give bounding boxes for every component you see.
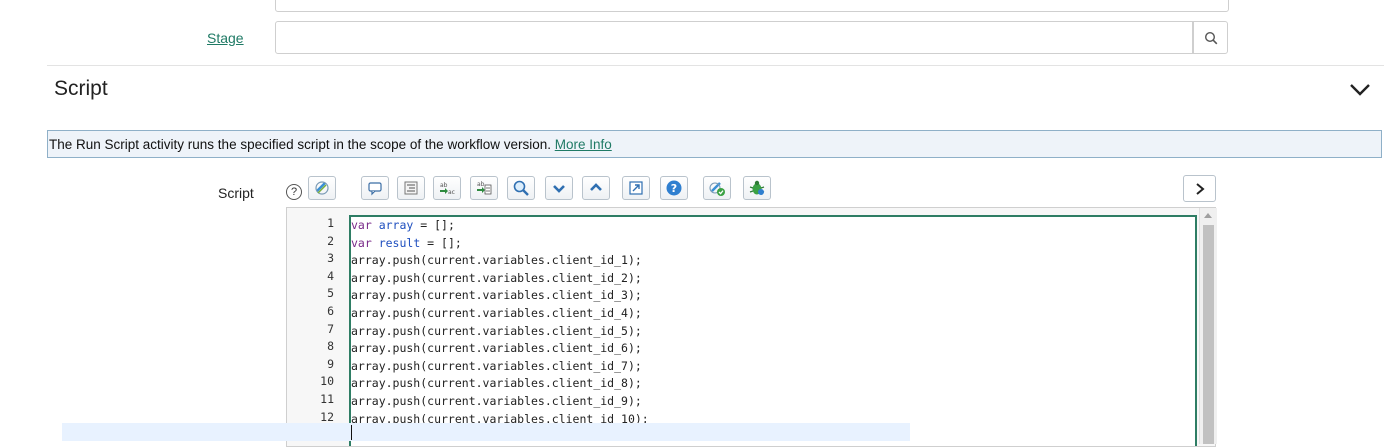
code-line[interactable]: array.push(current.variables.client_id_5… [351,323,642,341]
line-number: 7 [327,321,334,336]
toggle-syntax-editor-button[interactable] [308,176,336,200]
replace-icon: ab ac [440,182,455,196]
line-number-gutter: 12345678910111213 [287,208,348,446]
code-line[interactable]: array.push(current.variables.client_id_2… [351,270,642,288]
line-number: 9 [327,356,334,371]
info-message: The Run Script activity runs the specifi… [49,137,555,152]
code-line[interactable]: array.push(current.variables.client_id_8… [351,375,642,393]
check-syntax-button[interactable] [703,176,731,200]
code-line[interactable]: array.push(current.variables.client_id_4… [351,305,642,323]
line-number: 11 [320,392,334,406]
syntax-toggle-icon [315,181,329,195]
info-banner: The Run Script activity runs the specifi… [47,130,1382,158]
section-title: Script [54,77,108,100]
editor-scrollbar[interactable] [1199,208,1217,444]
script-editor[interactable]: 12345678910111213 var array = [];var res… [286,207,1216,447]
section-divider [47,65,1384,66]
line-number: 10 [320,374,334,389]
code-line[interactable]: array.push(current.variables.client_id_6… [351,340,642,358]
expand-icon [629,181,643,195]
search-icon [1204,31,1217,44]
code-line[interactable]: array.push(current.variables.client_id_1… [351,252,642,270]
fullscreen-button[interactable] [622,176,650,200]
line-number: 1 [327,216,334,230]
code-line[interactable]: array.push(current.variables.client_id_3… [351,287,642,305]
line-number: 3 [327,251,334,266]
collapse-section-button[interactable] [1349,80,1371,98]
bug-icon [749,180,765,195]
line-number: 5 [327,286,334,301]
chevron-up-icon [590,183,602,191]
more-info-link[interactable]: More Info [555,137,612,152]
stage-search-button[interactable] [1193,21,1228,54]
text-caret [351,425,352,440]
line-number: 2 [327,233,334,248]
code-line[interactable]: var result = []; [351,235,462,253]
scrollbar-thumb[interactable] [1203,225,1214,444]
script-help-button[interactable]: ? [660,176,688,200]
search-code-button[interactable] [507,176,535,200]
line-number: 4 [327,268,334,283]
svg-text:ab: ab [440,182,448,189]
question-circle-icon: ? [666,180,682,196]
replace-all-button[interactable]: ab [470,176,498,200]
script-debugger-button[interactable] [743,176,771,200]
svg-text:ab: ab [477,181,485,188]
script-check-icon [709,182,725,196]
previous-field-input[interactable] [275,0,1229,12]
chevron-down-icon [553,185,565,193]
search-next-button[interactable] [545,176,573,200]
replace-button[interactable]: ab ac [433,176,461,200]
active-line-highlight [62,423,910,441]
code-line[interactable]: var array = []; [351,217,455,235]
script-field-label: Script [218,185,254,201]
scroll-up-arrow-icon[interactable] [1204,213,1212,218]
expand-editor-button[interactable] [1183,175,1216,202]
code-line[interactable]: array.push(current.variables.client_id_7… [351,358,642,376]
line-number: 6 [327,304,334,318]
code-line[interactable]: array.push(current.variables.client_id_9… [351,393,642,411]
svg-text:ac: ac [448,189,455,196]
search-previous-button[interactable] [582,176,610,200]
svg-text:?: ? [671,182,677,195]
stage-label-link[interactable]: Stage [207,30,244,46]
stage-input[interactable] [275,21,1193,54]
comment-icon [368,182,382,196]
code-area[interactable]: var array = []; var result = []; array.pus… [349,215,1197,446]
comment-button[interactable] [361,176,389,200]
chevron-down-icon [1350,84,1370,96]
format-icon [404,181,418,195]
help-button[interactable]: ? [286,184,302,200]
magnifier-icon [513,180,529,196]
format-code-button[interactable] [397,176,425,200]
chevron-right-icon [1195,182,1205,195]
replace-all-icon: ab [477,181,492,195]
line-number: 8 [327,339,334,354]
